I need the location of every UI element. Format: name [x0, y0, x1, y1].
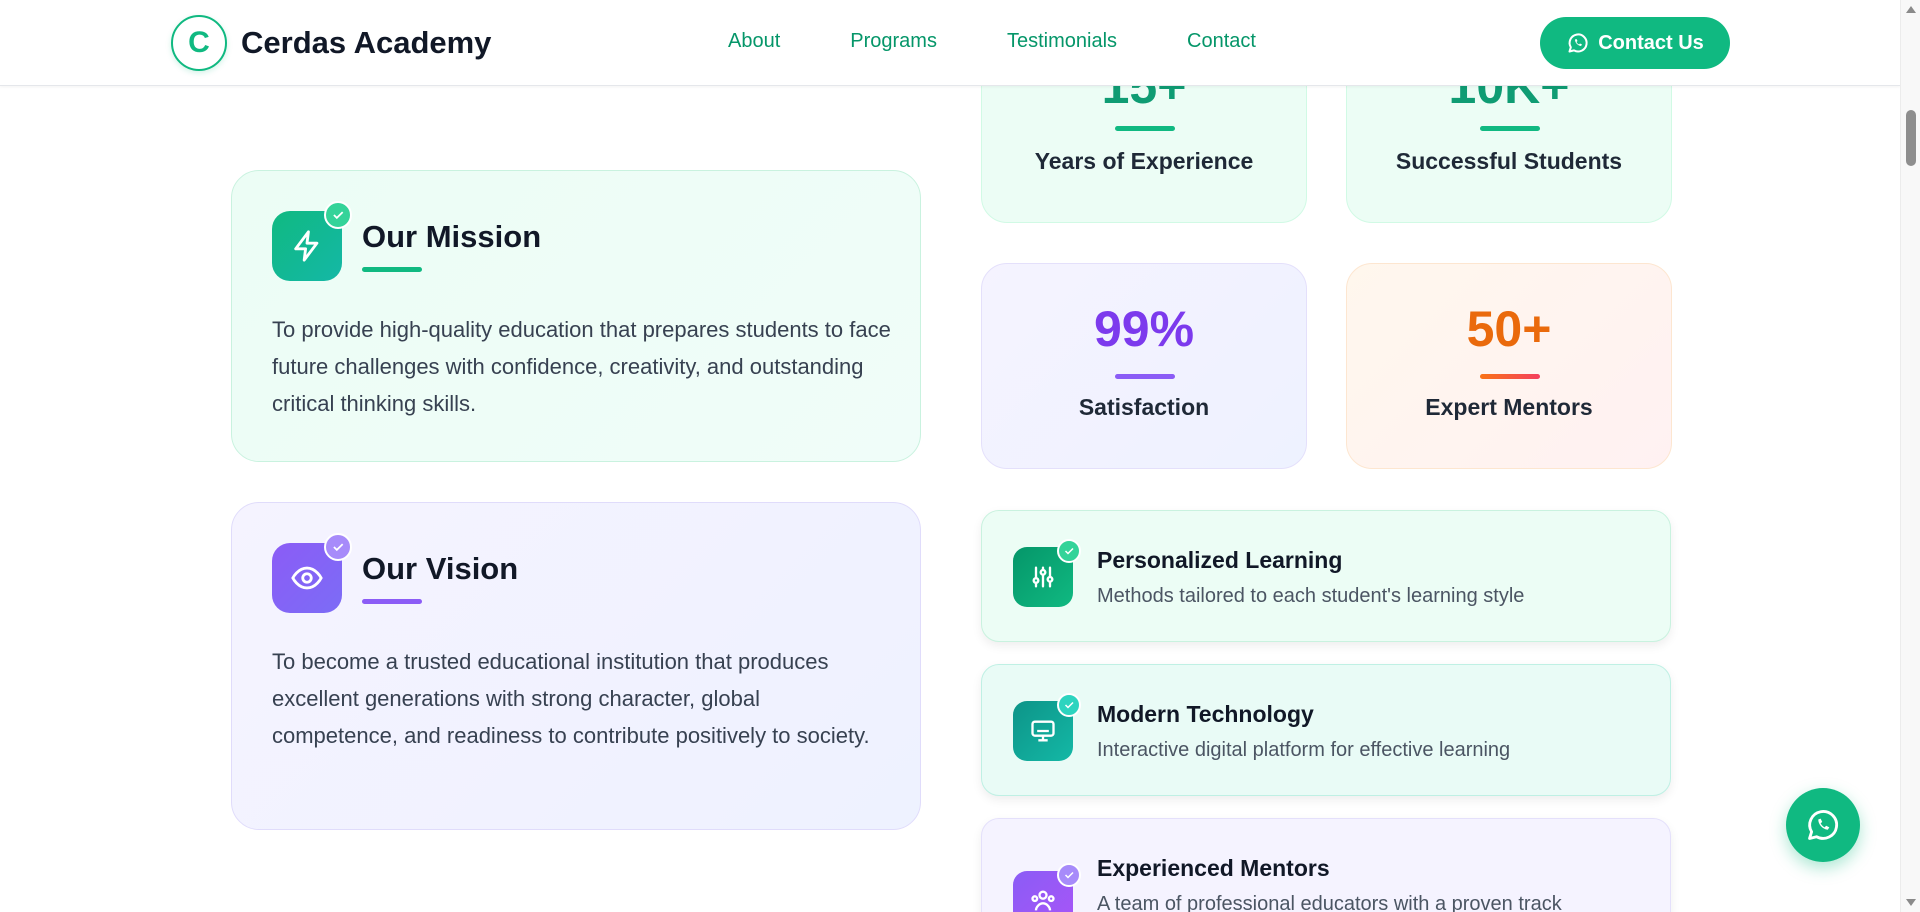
nav-about[interactable]: About — [728, 30, 780, 53]
mission-title: Our Mission — [362, 219, 542, 254]
stat-card-mentors: 50+ Expert Mentors — [1346, 263, 1672, 469]
brand-name: Cerdas Academy — [241, 25, 492, 60]
vision-underline — [362, 599, 422, 604]
monitor-icon — [1031, 720, 1055, 742]
nav-contact[interactable]: Contact — [1187, 30, 1256, 53]
logo[interactable]: C Cerdas Academy — [171, 15, 491, 71]
feature-description: A team of professional educators with a … — [1097, 893, 1562, 912]
feature-title: Modern Technology — [1097, 701, 1314, 727]
contact-us-button[interactable]: Contact Us — [1540, 17, 1730, 69]
stat-label: Successful Students — [1395, 148, 1623, 174]
feature-icon-box — [1013, 863, 1081, 912]
stat-underline — [1480, 374, 1540, 379]
main-nav: About Programs Testimonials Contact — [728, 30, 1326, 53]
stat-card-satisfaction: 99% Satisfaction — [981, 263, 1307, 469]
feature-card-mentors: Experienced Mentors A team of profession… — [981, 818, 1671, 912]
stat-value: 50+ — [1466, 301, 1552, 357]
sliders-icon — [1032, 566, 1054, 588]
feature-description: Methods tailored to each student's learn… — [1097, 585, 1525, 607]
users-icon — [1031, 890, 1055, 911]
logo-mark: C — [171, 15, 227, 71]
feature-description: Interactive digital platform for effecti… — [1097, 739, 1511, 761]
feature-title: Personalized Learning — [1097, 547, 1343, 573]
stat-underline — [1480, 126, 1540, 131]
feature-card-technology: Modern Technology Interactive digital pl… — [981, 664, 1671, 796]
scrollbar-thumb[interactable] — [1906, 110, 1916, 166]
nav-programs[interactable]: Programs — [850, 30, 937, 53]
vision-icon-box — [272, 533, 352, 613]
feature-icon-box — [1013, 539, 1081, 607]
scroll-down-arrow-icon[interactable] — [1906, 899, 1916, 906]
vision-text: To become a trusted educational institut… — [272, 649, 870, 748]
feature-title: Experienced Mentors — [1097, 855, 1330, 881]
whatsapp-float-button[interactable] — [1786, 788, 1860, 862]
lightning-icon — [294, 230, 319, 262]
vision-title: Our Vision — [362, 551, 519, 586]
check-badge-icon — [1057, 863, 1081, 887]
site-header: C Cerdas Academy About Programs Testimon… — [0, 0, 1900, 86]
feature-card-personalized: Personalized Learning Methods tailored t… — [981, 510, 1671, 642]
nav-testimonials[interactable]: Testimonials — [1007, 30, 1117, 53]
eye-icon — [291, 566, 323, 590]
check-badge-icon — [324, 533, 352, 561]
mission-underline — [362, 267, 422, 272]
whatsapp-icon — [1568, 33, 1588, 53]
mission-icon-box — [272, 201, 352, 281]
vision-card: Our Vision To become a trusted education… — [231, 502, 921, 830]
stat-label: Years of Experience — [1034, 148, 1254, 174]
stat-value: 99% — [1093, 301, 1195, 357]
stat-underline — [1115, 126, 1175, 131]
mission-card: Our Mission To provide high-quality educ… — [231, 170, 921, 462]
feature-icon-box — [1013, 693, 1081, 761]
scroll-up-arrow-icon[interactable] — [1906, 6, 1916, 13]
contact-us-label: Contact Us — [1598, 31, 1704, 54]
check-badge-icon — [324, 201, 352, 229]
check-badge-icon — [1057, 693, 1081, 717]
check-badge-icon — [1057, 539, 1081, 563]
mission-text: To provide high-quality education that p… — [272, 317, 891, 416]
stat-label: Satisfaction — [1078, 394, 1210, 420]
page-scrollbar[interactable] — [1900, 0, 1920, 912]
stat-underline — [1115, 374, 1175, 379]
stat-label: Expert Mentors — [1425, 394, 1593, 420]
whatsapp-icon — [1808, 810, 1839, 840]
